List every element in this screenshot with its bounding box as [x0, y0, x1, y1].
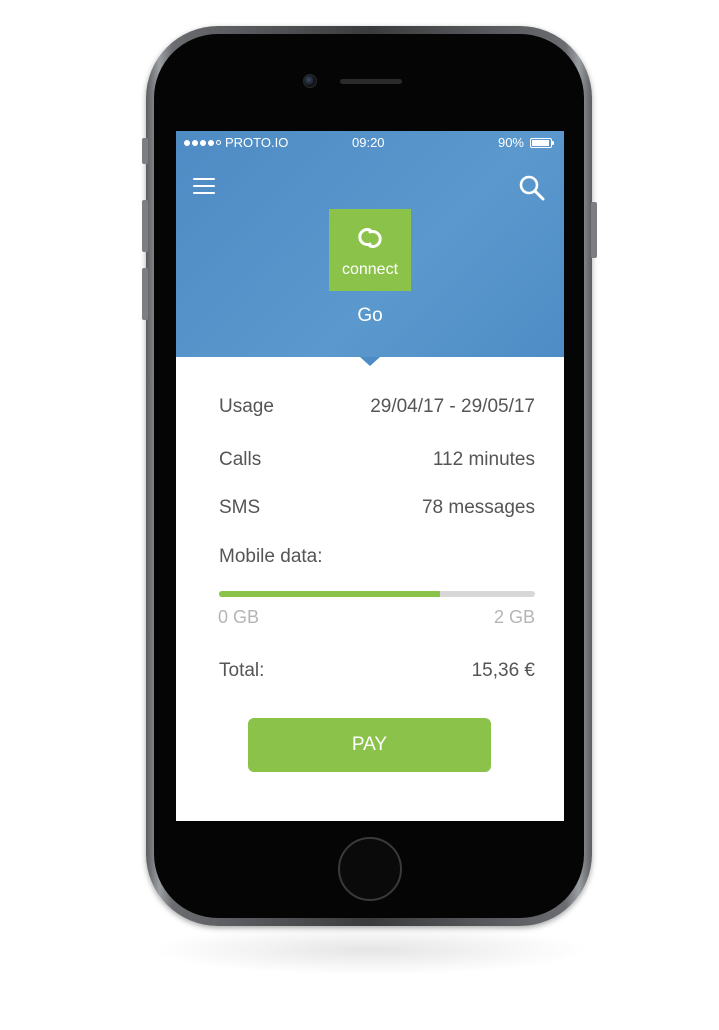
- header-pointer: [360, 357, 380, 366]
- pay-button[interactable]: PAY: [248, 718, 491, 772]
- connect-logo: connect: [329, 209, 411, 291]
- battery-status: 90%: [497, 135, 554, 150]
- front-camera: [303, 74, 317, 88]
- hamburger-menu-icon[interactable]: [192, 176, 216, 196]
- mobile-data-row: Mobile data:: [219, 546, 535, 570]
- usage-label: Usage: [219, 396, 274, 417]
- volume-up-button: [142, 200, 148, 252]
- phone-shadow: [150, 925, 590, 975]
- volume-down-button: [142, 268, 148, 320]
- connect-logo-icon: [358, 228, 382, 248]
- sms-row: SMS 78 messages: [219, 497, 535, 521]
- battery-icon: [530, 137, 554, 148]
- mobile-data-progress: [219, 591, 535, 597]
- calls-row: Calls 112 minutes: [219, 449, 535, 473]
- carrier-info: PROTO.IO: [184, 135, 288, 150]
- signal-strength-icon: [184, 139, 221, 146]
- sms-value: 78 messages: [421, 497, 535, 518]
- app-header: PROTO.IO 09:20 90% connect Go: [176, 131, 564, 357]
- search-icon[interactable]: [518, 174, 546, 202]
- mobile-data-progress-fill: [219, 591, 441, 597]
- total-value: 15,36 €: [471, 660, 535, 681]
- home-button[interactable]: [338, 837, 402, 901]
- calls-value: 112 minutes: [432, 449, 535, 470]
- data-min-label: 0 GB: [218, 607, 260, 627]
- usage-period: 29/04/17 - 29/05/17: [370, 396, 535, 417]
- app-screen: PROTO.IO 09:20 90% connect Go Usage 29/0…: [176, 131, 564, 821]
- total-label: Total:: [219, 660, 265, 681]
- mobile-data-label: Mobile data:: [219, 546, 323, 567]
- calls-label: Calls: [219, 449, 262, 470]
- plan-name: Go: [357, 305, 383, 326]
- power-button: [591, 202, 597, 258]
- mute-switch: [142, 138, 148, 164]
- earpiece-speaker: [340, 79, 402, 84]
- carrier-name: PROTO.IO: [225, 135, 289, 150]
- usage-row: Usage 29/04/17 - 29/05/17: [219, 396, 535, 420]
- total-row: Total: 15,36 €: [219, 660, 535, 684]
- logo-text: connect: [341, 261, 399, 278]
- status-time: 09:20: [352, 135, 385, 150]
- status-bar: PROTO.IO 09:20 90%: [176, 131, 564, 155]
- data-max-label: 2 GB: [493, 607, 535, 627]
- battery-percent: 90%: [497, 135, 524, 150]
- sms-label: SMS: [219, 497, 261, 518]
